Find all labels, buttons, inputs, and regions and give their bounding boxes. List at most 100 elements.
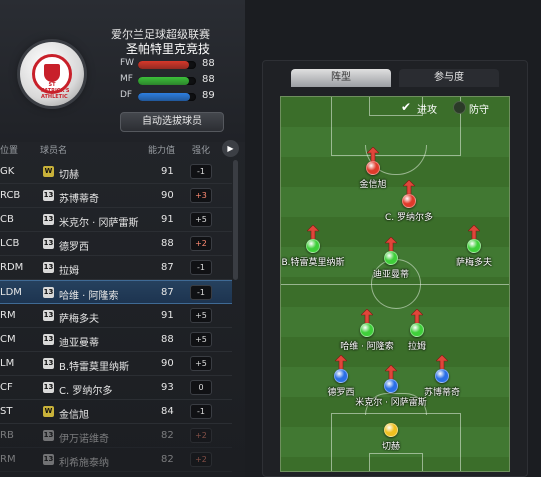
season-badge-icon: 13 [43, 358, 54, 369]
player-row[interactable]: RCB 13 苏博蒂奇 90 +3 [0, 184, 232, 208]
boost-chip[interactable]: -1 [190, 260, 212, 275]
player-rating: 90 [161, 358, 174, 369]
pitch-player[interactable]: 迪亚曼蒂 [351, 237, 431, 287]
player-row[interactable]: RM 13 利希施泰纳 82 +2 [0, 448, 232, 472]
stat-label: DF [120, 90, 133, 100]
player-rating: 91 [161, 166, 174, 177]
season-badge-icon: 13 [43, 430, 54, 441]
boost-chip[interactable]: +5 [190, 212, 212, 227]
pitch-player-name: 迪亚曼蒂 [372, 270, 409, 280]
season-badge-icon: 13 [43, 238, 54, 249]
player-row[interactable]: CB 13 米克尔 · 冈萨雷斯 91 +5 [0, 208, 232, 232]
player-row[interactable]: CF 13 C. 罗纳尔多 93 0 [0, 376, 232, 400]
stat-label: FW [120, 58, 135, 68]
player-dot [384, 423, 398, 437]
pitch-player[interactable]: C. 罗纳尔多 [369, 180, 449, 230]
stat-value: 88 [202, 74, 215, 85]
player-row[interactable]: GK W 切赫 91 -1 [0, 160, 232, 184]
player-row[interactable]: LM 13 B.特雷莫里纳斯 90 +5 [0, 352, 232, 376]
attack-toggle[interactable]: ✔ 进攻 [401, 100, 437, 116]
auto-select-button[interactable]: 自动选拔球员 [120, 112, 224, 132]
player-dot [384, 251, 398, 265]
column-position[interactable]: 位置 [0, 143, 18, 156]
shield-icon [44, 64, 60, 82]
tab-formation[interactable]: 阵型 [291, 69, 391, 87]
crest-emblem: ST PATRICK'S ATHLETIC [32, 54, 72, 100]
player-name: 迪亚曼蒂 [59, 338, 99, 349]
stat-bar [138, 61, 196, 69]
pitch-player[interactable]: B.特雷莫里纳斯 [281, 225, 353, 275]
season-badge-icon: W [43, 166, 54, 177]
pitch-player-name: 苏博蒂奇 [423, 388, 460, 398]
player-name: 拉姆 [59, 266, 79, 277]
boost-chip[interactable]: +5 [190, 308, 212, 323]
club-crest: ST PATRICK'S ATHLETIC [20, 42, 84, 106]
stat-bar [138, 77, 196, 85]
boost-chip[interactable]: +2 [190, 236, 212, 251]
season-badge-icon: 13 [43, 334, 54, 345]
pitch-player-name: 拉姆 [407, 342, 426, 352]
player-rating: 93 [161, 382, 174, 393]
player-position: CB [0, 214, 14, 225]
tab-participation[interactable]: 参与度 [399, 69, 499, 87]
column-rating[interactable]: 能力值 [148, 143, 175, 156]
column-boost[interactable]: 强化 [192, 143, 210, 156]
stat-fill [138, 77, 190, 85]
season-badge-icon: 13 [43, 287, 54, 298]
player-position: LDM [0, 287, 22, 298]
column-headers: 位置 球员名 能力值 强化 ▶ [0, 140, 245, 158]
player-name: 德罗西 [59, 242, 89, 253]
scrollbar[interactable] [233, 160, 238, 280]
pitch-player[interactable]: 拉姆 [377, 309, 457, 359]
boost-chip[interactable]: -1 [190, 404, 212, 419]
pitch-player-name: 萨梅多夫 [455, 258, 492, 268]
stat-mf: MF 88 [120, 74, 220, 88]
stat-value: 89 [202, 90, 215, 101]
club-header: ST PATRICK'S ATHLETIC 爱尔兰足球超级联赛 圣帕特里克竞技 … [0, 0, 245, 142]
player-name: 米克尔 · 冈萨雷斯 [59, 218, 139, 229]
boost-chip[interactable]: +5 [190, 356, 212, 371]
play-arrow-icon[interactable]: ▶ [222, 140, 239, 157]
pitch-player-name: 切赫 [381, 442, 400, 452]
boost-chip[interactable]: -1 [190, 285, 212, 300]
defend-toggle[interactable]: 防守 [453, 101, 489, 116]
stat-label: MF [120, 74, 133, 84]
crest-text: ST PATRICK'S ATHLETIC [41, 82, 70, 100]
pitch-player[interactable]: 苏博蒂奇 [402, 355, 482, 405]
player-row[interactable]: RM 13 萨梅多夫 91 +5 [0, 304, 232, 328]
player-row[interactable]: RDM 13 拉姆 87 -1 [0, 256, 232, 280]
pitch-player[interactable]: 切赫 [351, 409, 431, 459]
player-rating: 88 [161, 238, 174, 249]
season-badge-icon: 13 [43, 310, 54, 321]
pitch-player[interactable]: 萨梅多夫 [434, 225, 509, 275]
player-rating: 91 [161, 310, 174, 321]
player-name: 萨梅多夫 [59, 314, 99, 325]
player-row[interactable]: ST W 金信旭 84 -1 [0, 400, 232, 424]
player-position: CM [0, 334, 16, 345]
player-position: RCB [0, 190, 21, 201]
player-rating: 84 [161, 406, 174, 417]
player-row[interactable]: LCB 13 德罗西 88 +2 [0, 232, 232, 256]
boost-chip[interactable]: +5 [190, 332, 212, 347]
player-row[interactable]: RB 13 伊万诺维奇 82 +2 [0, 424, 232, 448]
boost-chip[interactable]: 0 [190, 380, 212, 395]
column-name[interactable]: 球员名 [40, 143, 67, 156]
player-dot [366, 161, 380, 175]
boost-chip[interactable]: +2 [190, 428, 212, 443]
boost-chip[interactable]: +2 [190, 452, 212, 467]
player-rating: 90 [161, 190, 174, 201]
player-dot [435, 369, 449, 383]
season-badge-icon: 13 [43, 190, 54, 201]
stat-df: DF 89 [120, 90, 220, 104]
player-position: CF [0, 382, 13, 393]
stat-fill [138, 93, 190, 101]
boost-chip[interactable]: -1 [190, 164, 212, 179]
player-name: 切赫 [59, 170, 79, 181]
player-row[interactable]: CM 13 迪亚曼蒂 88 +5 [0, 328, 232, 352]
stat-fill [138, 61, 190, 69]
player-dot [306, 239, 320, 253]
boost-chip[interactable]: +3 [190, 188, 212, 203]
player-position: LM [0, 358, 15, 369]
pitch-player-name: C. 罗纳尔多 [384, 213, 433, 223]
player-row[interactable]: LDM 13 哈维 · 阿隆索 87 -1 [0, 280, 232, 304]
